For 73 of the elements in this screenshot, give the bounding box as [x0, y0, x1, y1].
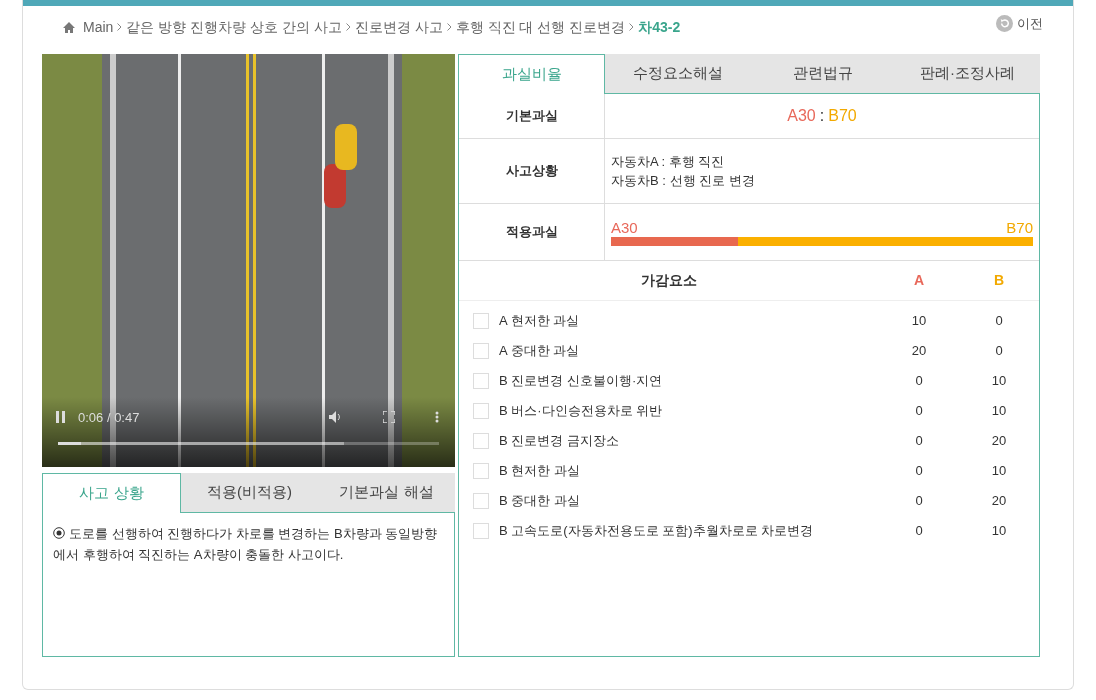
table-cell-text: 0 — [914, 432, 924, 451]
factor-label: B 버스·다인승전용차로 위반 — [499, 402, 664, 421]
factor-label: B 진로변경 신호불이행·지연 — [499, 372, 664, 391]
home-icon — [63, 21, 75, 33]
column-header: 가감요소 — [640, 271, 698, 290]
checkbox[interactable] — [473, 403, 489, 419]
fault-a: A30 — [611, 218, 638, 237]
factor-label: B 현저한 과실 — [499, 462, 581, 481]
table-cell-text: 10 — [910, 312, 928, 331]
back-button[interactable]: 이전 — [996, 14, 1043, 34]
bullet-icon — [53, 527, 65, 539]
breadcrumb-link[interactable]: 후행 직진 대 선행 진로변경 — [455, 16, 626, 38]
video-progress-track[interactable] — [58, 442, 439, 445]
row-label: 기본과실 — [505, 107, 558, 126]
fullscreen-icon[interactable] — [383, 411, 395, 424]
breadcrumb-current: 차43-2 — [638, 17, 681, 37]
row-label: 적용과실 — [505, 223, 558, 242]
breadcrumb-link[interactable]: Main — [83, 16, 114, 38]
table-cell-text: 20 — [990, 432, 1008, 451]
checkbox[interactable] — [473, 433, 489, 449]
table-cell-text: 0 — [994, 342, 1004, 361]
table-cell-text: 0 — [914, 462, 924, 481]
table-cell-text: 10 — [990, 402, 1008, 421]
breadcrumb-link[interactable]: 진로변경 사고 — [354, 16, 443, 38]
column-header: B — [992, 271, 1006, 290]
chevron-icon — [345, 23, 351, 31]
factor-label: B 고속도로(자동차전용도로 포함)추월차로로 차로변경 — [499, 522, 815, 541]
factor-label: B 진로변경 금지장소 — [499, 432, 620, 451]
volume-icon[interactable] — [329, 411, 343, 424]
column-header: A — [912, 271, 926, 290]
tab[interactable]: 관련법규 — [750, 54, 895, 94]
pause-icon[interactable] — [56, 411, 66, 424]
more-icon[interactable] — [435, 411, 439, 424]
video-player[interactable]: 0:06 / 0:47 — [42, 54, 455, 467]
tab[interactable]: 수정요소해설 — [605, 54, 750, 94]
tab[interactable]: 사고 상황 — [42, 473, 181, 513]
chevron-icon — [117, 23, 123, 31]
table-cell-text: 0 — [994, 312, 1004, 331]
table-cell-text: 0 — [914, 492, 924, 511]
table-cell-text: 10 — [990, 522, 1008, 541]
table-cell-text: 20 — [990, 492, 1008, 511]
table-cell-text: 0 — [914, 402, 924, 421]
situation-line: 자동차A : 후행 직진 — [611, 153, 726, 171]
description-text: 도로를 선행하여 진행하다가 차로를 변경하는 B차량과 동일방향에서 후행하여 직진하는 A차량이 충돌한 사고이다. — [53, 525, 439, 564]
checkbox[interactable] — [473, 523, 489, 539]
video-time: 0:06 / 0:47 — [78, 408, 140, 427]
tab[interactable]: 적용(비적용) — [181, 473, 318, 513]
chevron-icon — [446, 23, 452, 31]
checkbox[interactable] — [473, 463, 489, 479]
factor-label: A 현저한 과실 — [499, 312, 581, 331]
fault-a: A30 — [787, 106, 816, 126]
fault-b: B70 — [1006, 218, 1033, 237]
table-cell-text: 20 — [910, 342, 928, 361]
row-label: 사고상황 — [505, 162, 558, 181]
tab[interactable]: 기본과실 해설 — [318, 473, 455, 513]
checkbox[interactable] — [473, 343, 489, 359]
table-cell-text: 10 — [990, 462, 1008, 481]
breadcrumb-link[interactable]: 같은 방향 진행차량 상호 간의 사고 — [126, 16, 342, 38]
chevron-icon — [629, 23, 635, 31]
checkbox[interactable] — [473, 313, 489, 329]
table-cell-text: 0 — [914, 522, 924, 541]
separator: : — [819, 106, 825, 126]
table-cell-text: 0 — [914, 372, 924, 391]
tab[interactable]: 판례·조정사례 — [895, 54, 1040, 94]
fault-b: B70 — [828, 106, 857, 126]
back-icon — [996, 15, 1013, 33]
factor-label: A 중대한 과실 — [499, 342, 581, 361]
situation-line: 자동차B : 선행 진로 변경 — [611, 172, 756, 190]
tab[interactable]: 과실비율 — [458, 54, 605, 94]
factor-label: B 중대한 과실 — [499, 492, 581, 511]
checkbox[interactable] — [473, 373, 489, 389]
checkbox[interactable] — [473, 493, 489, 509]
table-cell-text: 10 — [990, 372, 1008, 391]
